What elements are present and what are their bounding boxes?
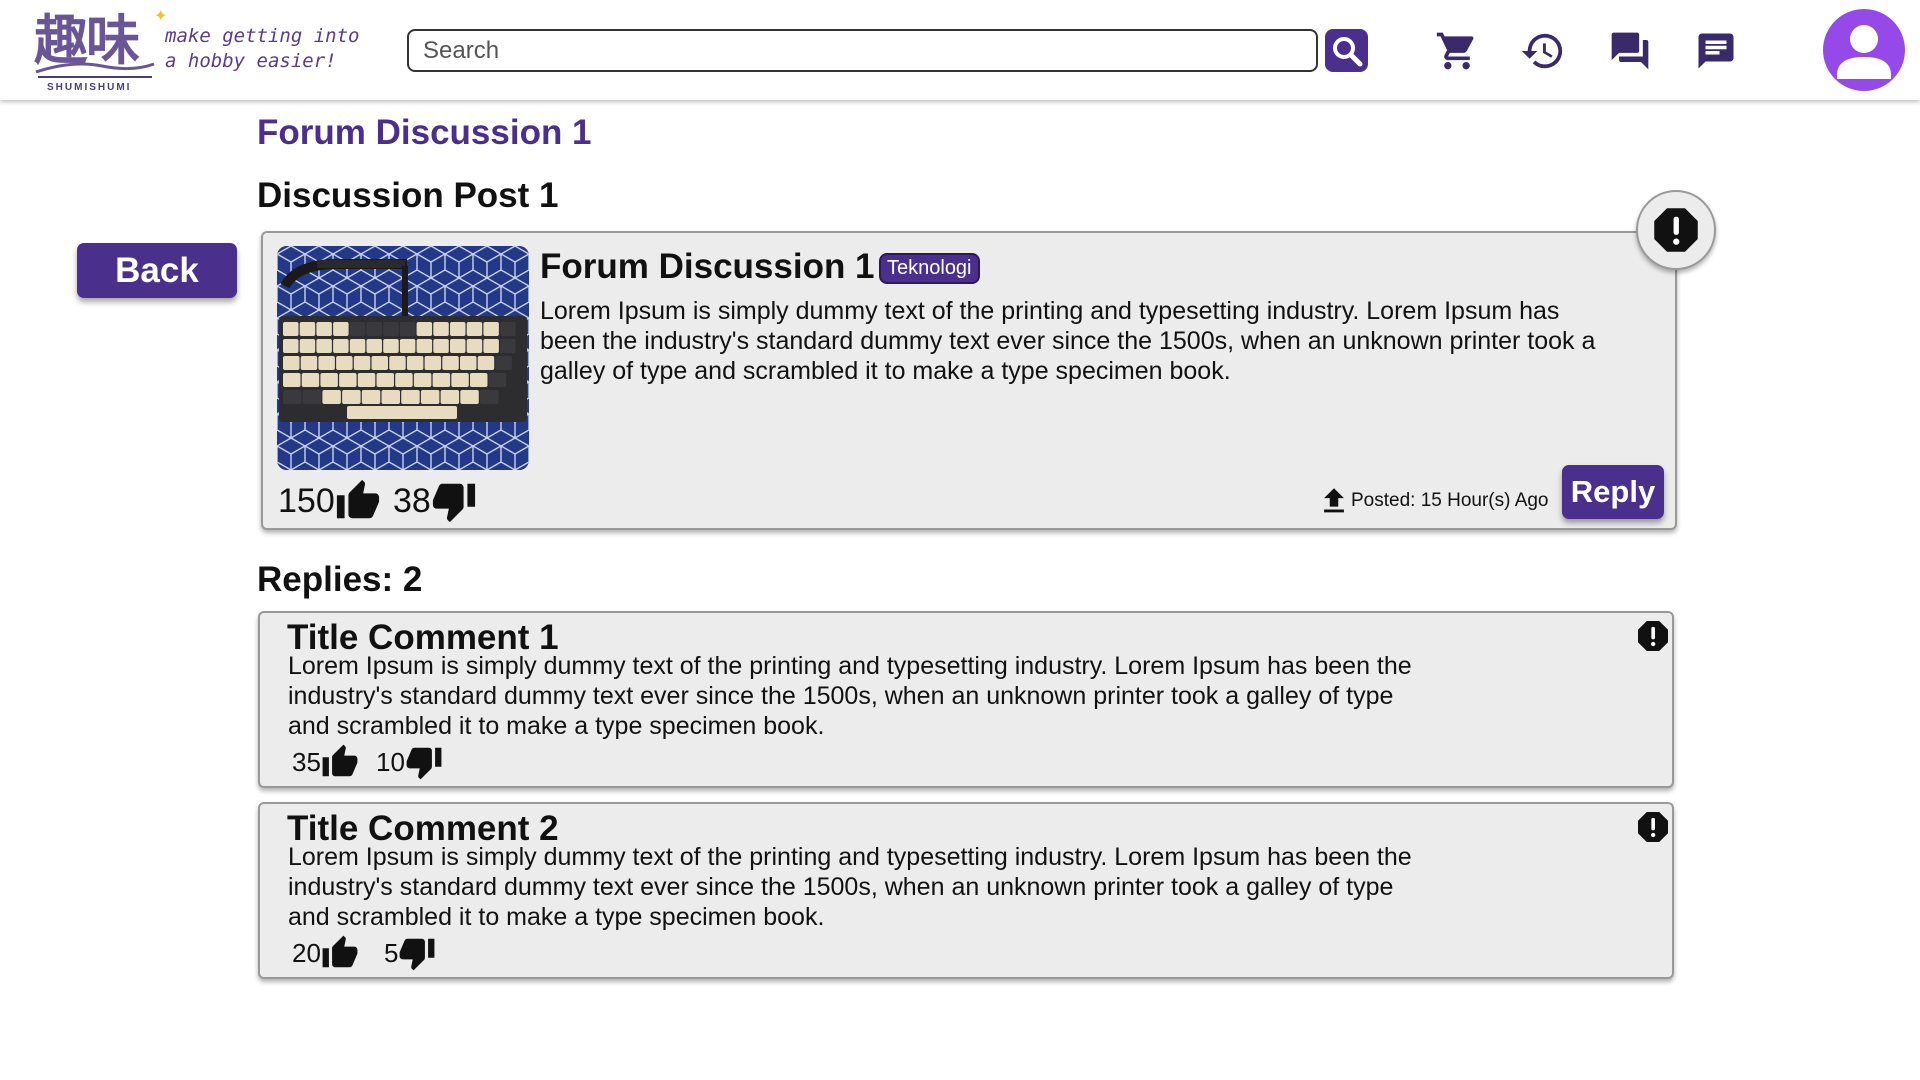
thumbs-down-icon xyxy=(400,938,435,971)
tagline: make getting into a hobby easier! xyxy=(165,24,359,74)
report-icon xyxy=(1638,621,1668,651)
comment-dislike-count: 5 xyxy=(384,937,399,968)
cart-button[interactable] xyxy=(1434,28,1480,74)
back-button[interactable]: Back xyxy=(77,243,237,298)
sparkle-icon: ✦ xyxy=(154,8,168,25)
replies-heading: Replies: 2 xyxy=(257,560,423,599)
search-button[interactable] xyxy=(1325,29,1368,72)
comment-card: Title Comment 2 Lorem Ipsum is simply du… xyxy=(258,802,1674,979)
forum-button[interactable] xyxy=(1607,28,1653,74)
report-icon xyxy=(1638,812,1668,842)
section-title: Discussion Post 1 xyxy=(257,176,559,215)
user-avatar[interactable] xyxy=(1823,9,1905,91)
forum-icon xyxy=(1611,32,1649,70)
posted-time: Posted: 15 Hour(s) Ago xyxy=(1317,484,1549,518)
cart-icon xyxy=(1436,32,1474,70)
logo-swoosh xyxy=(35,62,155,78)
messages-button[interactable] xyxy=(1693,28,1739,74)
comment-dislike-button[interactable]: 10 xyxy=(376,743,443,781)
report-post-button[interactable] xyxy=(1636,190,1716,270)
category-tag[interactable]: Teknologi xyxy=(879,253,980,284)
keyboard-image xyxy=(277,246,529,470)
post-body: Lorem Ipsum is simply dummy text of the … xyxy=(540,297,1596,385)
search-icon xyxy=(1332,36,1362,66)
thumbs-down-icon xyxy=(432,483,475,523)
comment-like-button[interactable]: 20 xyxy=(292,934,359,972)
report-comment-button[interactable] xyxy=(1633,616,1673,656)
thumbs-up-icon xyxy=(322,935,358,968)
page-title: Forum Discussion 1 xyxy=(257,113,592,152)
post-image xyxy=(277,246,529,470)
user-avatar-icon xyxy=(1837,25,1891,79)
top-header: 趣味 ✦ SHUMISHUMI make getting into a hobb… xyxy=(0,0,1920,100)
comment-body: Lorem Ipsum is simply dummy text of the … xyxy=(288,652,1412,740)
posted-time-text: Posted: 15 Hour(s) Ago xyxy=(1351,490,1549,511)
upload-icon xyxy=(1324,488,1344,513)
comment-like-count: 20 xyxy=(292,937,321,968)
thumbs-up-icon xyxy=(322,744,358,777)
comment-body: Lorem Ipsum is simply dummy text of the … xyxy=(288,843,1412,931)
comment-dislike-button[interactable]: 5 xyxy=(384,934,436,972)
post-title: Forum Discussion 1 xyxy=(540,247,875,286)
tagline-line-1: make getting into xyxy=(165,25,360,47)
like-count: 150 xyxy=(278,481,335,520)
like-button[interactable]: 150 xyxy=(278,478,381,524)
shumishumi-logo[interactable]: 趣味 ✦ SHUMISHUMI xyxy=(34,6,167,94)
report-icon xyxy=(1654,208,1698,252)
tagline-line-2: a hobby easier! xyxy=(165,50,337,72)
history-icon xyxy=(1521,33,1563,69)
logo-wordmark: SHUMISHUMI xyxy=(47,82,132,93)
comment-like-button[interactable]: 35 xyxy=(292,743,359,781)
search-input[interactable] xyxy=(407,29,1318,72)
report-comment-button[interactable] xyxy=(1633,807,1673,847)
comment-dislike-count: 10 xyxy=(376,746,405,777)
reply-button[interactable]: Reply xyxy=(1562,465,1664,519)
history-button[interactable] xyxy=(1520,28,1566,74)
thumbs-down-icon xyxy=(406,747,442,780)
comment-like-count: 35 xyxy=(292,746,321,777)
dislike-button[interactable]: 38 xyxy=(393,478,477,524)
thumbs-up-icon xyxy=(336,479,379,519)
discussion-post-card: Forum Discussion 1 Teknologi Lorem Ipsum… xyxy=(261,231,1677,530)
dislike-count: 38 xyxy=(393,481,431,520)
message-icon xyxy=(1698,33,1734,69)
comment-card: Title Comment 1 Lorem Ipsum is simply du… xyxy=(258,611,1674,788)
